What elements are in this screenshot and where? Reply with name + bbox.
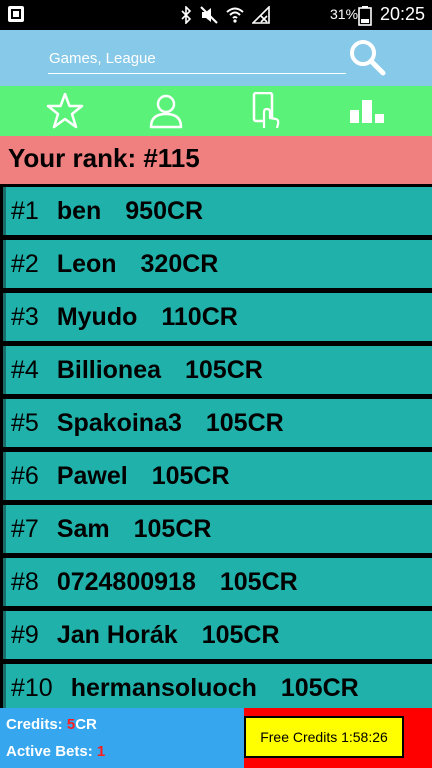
row-username: ben <box>56 196 102 225</box>
status-bar: 31% 20:25 <box>0 0 432 30</box>
bluetooth-icon <box>181 6 192 24</box>
search-bar <box>0 30 432 86</box>
wifi-icon <box>226 7 244 23</box>
leaderboard-row[interactable]: #5 Spakoina3 105CR <box>3 399 432 447</box>
row-username: Myudo <box>56 302 138 331</box>
credits-line: Credits: 5CR <box>6 716 97 733</box>
tab-leaderboard[interactable] <box>313 86 421 136</box>
row-rank: #2 <box>11 249 39 278</box>
leaderboard-row[interactable]: #10 hermansoluoch 105CR <box>3 664 432 712</box>
leaderboard-row[interactable]: #8 0724800918 105CR <box>3 558 432 606</box>
battery-icon <box>358 6 372 26</box>
mute-icon <box>200 6 218 24</box>
active-bets-value: 1 <box>96 743 106 760</box>
row-rank: #9 <box>11 620 39 649</box>
footer-bar: Credits: 5CR Active Bets: 1 Free Credits… <box>0 708 432 768</box>
star-icon <box>46 92 84 129</box>
battery-percent: 31% <box>330 6 359 22</box>
tab-profile[interactable] <box>112 86 220 136</box>
row-credits: 110CR <box>161 302 238 331</box>
podium-icon <box>350 100 384 123</box>
user-stats-panel: Credits: 5CR Active Bets: 1 <box>0 708 244 768</box>
row-username: Leon <box>56 249 117 278</box>
status-icons <box>180 6 270 24</box>
row-credits: 950CR <box>125 196 204 225</box>
row-rank: #4 <box>11 355 39 384</box>
leaderboard-row[interactable]: #2 Leon 320CR <box>3 240 432 288</box>
row-rank: #6 <box>11 461 39 490</box>
no-signal-icon <box>252 6 270 24</box>
active-bets-line: Active Bets: 1 <box>6 743 105 760</box>
row-rank: #5 <box>11 408 39 437</box>
row-credits: 105CR <box>201 620 280 649</box>
row-credits: 105CR <box>219 567 298 596</box>
phone-touch-icon <box>252 92 280 129</box>
row-credits: 105CR <box>280 673 359 702</box>
row-credits: 105CR <box>205 408 284 437</box>
tab-bar <box>0 86 432 136</box>
leaderboard-row[interactable]: #9 Jan Horák 105CR <box>3 611 432 659</box>
row-credits: 105CR <box>133 514 212 543</box>
leaderboard-row[interactable]: #1 ben 950CR <box>3 187 432 235</box>
notification-icon <box>8 6 24 22</box>
your-rank-label: Your rank: #115 <box>0 136 432 184</box>
row-username: Pawel <box>56 461 128 490</box>
row-credits: 105CR <box>151 461 230 490</box>
tab-bets[interactable] <box>212 86 320 136</box>
row-username: Sam <box>56 514 110 543</box>
credits-unit: CR <box>75 716 97 733</box>
row-username: Jan Horák <box>56 620 178 649</box>
leaderboard-row[interactable]: #6 Pawel 105CR <box>3 452 432 500</box>
user-icon <box>149 94 183 129</box>
row-username: 0724800918 <box>56 567 196 596</box>
credits-label: Credits: <box>6 716 67 733</box>
credits-value: 5 <box>66 716 76 733</box>
leaderboard-row[interactable]: #7 Sam 105CR <box>3 505 432 553</box>
row-username: Spakoina3 <box>56 408 182 437</box>
leaderboard-row[interactable]: #4 Billionea 105CR <box>3 346 432 394</box>
search-input[interactable] <box>48 44 346 74</box>
row-credits: 320CR <box>140 249 219 278</box>
row-rank: #3 <box>11 302 39 331</box>
active-bets-label: Active Bets: <box>6 743 97 760</box>
row-username: hermansoluoch <box>70 673 257 702</box>
tab-favorites[interactable] <box>11 86 119 136</box>
status-time: 20:25 <box>380 4 426 24</box>
free-credits-button[interactable]: Free Credits 1:58:26 <box>244 716 404 758</box>
search-icon[interactable] <box>346 36 388 78</box>
row-rank: #1 <box>11 196 39 225</box>
leaderboard-list: #1 ben 950CR #2 Leon 320CR #3 Myudo 110C… <box>0 184 432 712</box>
free-credits-panel: Free Credits 1:58:26 <box>244 708 432 768</box>
leaderboard-row[interactable]: #3 Myudo 110CR <box>3 293 432 341</box>
row-rank: #7 <box>11 514 39 543</box>
row-rank: #10 <box>11 673 53 702</box>
row-rank: #8 <box>11 567 39 596</box>
row-credits: 105CR <box>185 355 263 384</box>
row-username: Billionea <box>56 355 161 384</box>
